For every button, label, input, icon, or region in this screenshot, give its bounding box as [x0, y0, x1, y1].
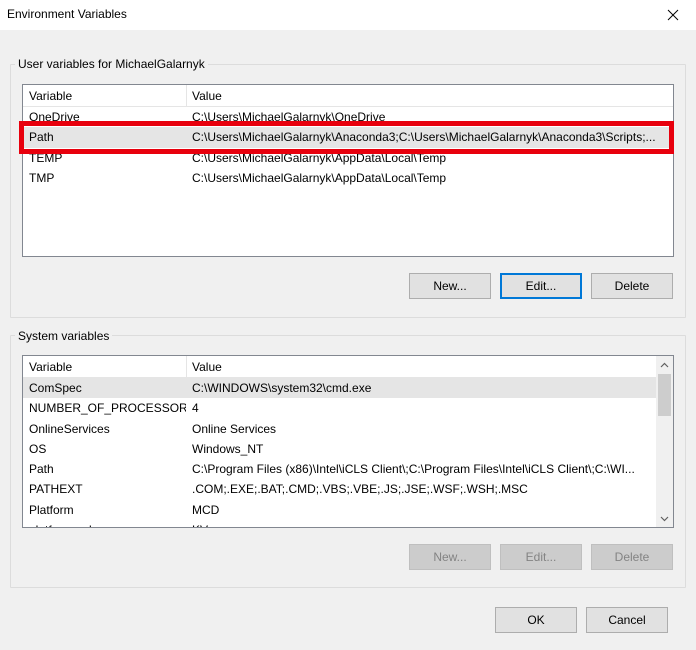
system-variables-list[interactable]: Variable Value ComSpec C:\WINDOWS\system… [22, 355, 674, 528]
close-icon [667, 9, 679, 21]
variable-column-header[interactable]: Variable [23, 85, 72, 107]
table-row-selected[interactable]: Path C:\Users\MichaelGalarnyk\Anaconda3;… [23, 127, 673, 148]
system-delete-button[interactable]: Delete [591, 544, 673, 570]
variable-name: PATHEXT [29, 482, 83, 497]
chevron-up-icon [660, 362, 669, 367]
variable-value: C:\WINDOWS\system32\cmd.exe [192, 381, 372, 395]
variable-name: OnlineServices [29, 421, 110, 436]
variable-value: C:\Users\MichaelGalarnyk\AppData\Local\T… [192, 150, 447, 165]
variable-value: .COM;.EXE;.BAT;.CMD;.VBS;.VBE;.JS;.JSE;.… [192, 482, 528, 497]
scroll-up-button[interactable] [656, 356, 673, 373]
table-row[interactable]: NUMBER_OF_PROCESSORS 4 [23, 398, 673, 418]
variable-value: 4 [192, 401, 199, 416]
table-row[interactable]: platformcode KV [23, 520, 673, 527]
close-button[interactable] [650, 0, 696, 30]
table-row[interactable]: OnlineServices Online Services [23, 419, 673, 439]
variable-value: MCD [192, 502, 220, 517]
system-edit-button[interactable]: Edit... [500, 544, 582, 570]
variable-name: OS [29, 441, 47, 456]
variable-value: C:\Users\MichaelGalarnyk\AppData\Local\T… [192, 170, 447, 185]
variable-value: KV [186, 520, 656, 527]
scroll-thumb[interactable] [658, 374, 671, 416]
variable-name: Path [29, 130, 54, 145]
list-header: Variable Value [23, 85, 673, 107]
variable-value: C:\Users\MichaelGalarnyk\OneDrive [192, 110, 386, 124]
vertical-scrollbar[interactable] [656, 356, 673, 527]
user-variables-list[interactable]: Variable Value OneDrive C:\Users\Michael… [22, 84, 674, 257]
variable-column-header[interactable]: Variable [23, 356, 72, 378]
table-row[interactable]: PATHEXT .COM;.EXE;.BAT;.CMD;.VBS;.VBE;.J… [23, 479, 673, 499]
variable-name: ComSpec [29, 381, 82, 395]
list-header: Variable Value [23, 356, 673, 378]
user-delete-button[interactable]: Delete [591, 273, 673, 299]
table-row[interactable]: TEMP C:\Users\MichaelGalarnyk\AppData\Lo… [23, 148, 673, 168]
variable-value: C:\Program Files (x86)\Intel\iCLS Client… [192, 462, 635, 477]
title-bar: Environment Variables [0, 0, 696, 30]
system-new-button[interactable]: New... [409, 544, 491, 570]
user-edit-button[interactable]: Edit... [500, 273, 582, 299]
variable-value: Windows_NT [192, 441, 264, 456]
cancel-button[interactable]: Cancel [586, 607, 668, 633]
table-row[interactable]: OS Windows_NT [23, 439, 673, 459]
variable-name: Path [29, 462, 54, 477]
table-row[interactable]: TMP C:\Users\MichaelGalarnyk\AppData\Loc… [23, 168, 673, 188]
table-row[interactable]: Platform MCD [23, 500, 673, 520]
variable-name: NUMBER_OF_PROCESSORS [29, 401, 186, 416]
ok-button[interactable]: OK [495, 607, 577, 633]
variable-name: platformcode [23, 520, 186, 527]
variable-name: TMP [29, 170, 55, 185]
user-new-button[interactable]: New... [409, 273, 491, 299]
table-row[interactable]: OneDrive C:\Users\MichaelGalarnyk\OneDri… [23, 107, 673, 127]
value-column-header[interactable]: Value [186, 356, 222, 378]
variable-value: C:\Users\MichaelGalarnyk\Anaconda3;C:\Us… [192, 130, 656, 145]
user-variables-label: User variables for MichaelGalarnyk [15, 57, 208, 71]
variable-value: Online Services [192, 421, 277, 436]
value-column-header[interactable]: Value [186, 85, 222, 107]
chevron-down-icon [660, 516, 669, 521]
window-title: Environment Variables [7, 7, 127, 21]
table-row-selected[interactable]: ComSpec C:\WINDOWS\system32\cmd.exe [23, 378, 656, 399]
table-row[interactable]: Path C:\Program Files (x86)\Intel\iCLS C… [23, 459, 673, 479]
system-variables-label: System variables [15, 329, 113, 343]
variable-name: Platform [29, 502, 74, 517]
scroll-down-button[interactable] [656, 510, 673, 527]
variable-name: TEMP [29, 150, 63, 165]
variable-name: OneDrive [29, 110, 80, 124]
